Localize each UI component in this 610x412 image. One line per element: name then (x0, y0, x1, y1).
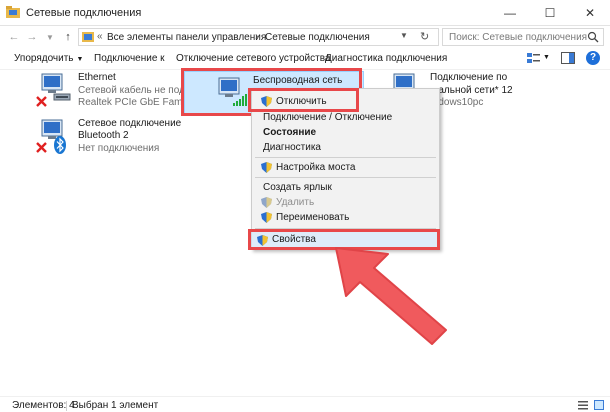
close-button[interactable]: ✕ (570, 0, 610, 26)
error-x-icon (36, 96, 47, 107)
menu-connect-disconnect-label: Подключение / Отключение (263, 112, 393, 123)
menu-separator (255, 157, 436, 158)
selected-count: Выбран 1 элемент (72, 400, 159, 411)
up-arrow-icon[interactable]: ↑ (60, 29, 76, 45)
menu-diagnostics-label: Диагностика (263, 142, 321, 153)
context-menu: Отключить Подключение / Отключение Состо… (251, 88, 440, 250)
connection-item-ethernet[interactable]: Ethernet Сетевой кабель не подкл... Real… (36, 72, 210, 112)
command-bar: Упорядочить ▼ Подключение к Отключение се… (0, 48, 610, 70)
breadcrumb-network-connections[interactable]: Сетевые подключения (265, 32, 370, 43)
large-icons-view-icon[interactable] (594, 400, 604, 410)
view-chevron-down-icon[interactable]: ▼ (543, 54, 550, 61)
local-network-name: Подключение по (430, 72, 508, 83)
menu-delete-label: Удалить (276, 197, 315, 208)
ethernet-name: Ethernet (78, 72, 116, 83)
search-placeholder: Поиск: Сетевые подключения (449, 32, 588, 43)
bluetooth-status: Нет подключения (78, 143, 160, 154)
bluetooth-name-line2: Bluetooth 2 (78, 130, 129, 141)
disable-device-button[interactable]: Отключение сетевого устройства (176, 53, 331, 64)
minimize-button[interactable]: — (490, 0, 530, 26)
status-separator (66, 401, 67, 411)
local-network-name-line2: ...альной сети* 12 (430, 85, 513, 96)
connection-item-bluetooth[interactable]: Сетевое подключение Bluetooth 2 Нет подк… (36, 118, 181, 158)
pointer-arrow-icon (335, 247, 447, 345)
menu-rename-label: Переименовать (276, 212, 350, 223)
organize-label: Упорядочить (14, 53, 74, 64)
menu-item-connect-disconnect[interactable]: Подключение / Отключение (252, 110, 439, 125)
breadcrumb-separator: › (255, 31, 259, 42)
address-row: ← → ▼ ↑ « Все элементы панели управления… (0, 26, 610, 48)
shield-icon (257, 235, 268, 246)
control-panel-icon (82, 32, 94, 42)
breadcrumb-overflow[interactable]: « (97, 31, 103, 42)
preview-pane-icon[interactable] (561, 52, 575, 64)
error-x-icon (36, 142, 47, 153)
maximize-button[interactable]: ☐ (530, 0, 570, 26)
refresh-icon[interactable]: ↻ (420, 30, 429, 43)
menu-shortcut-label: Создать ярлык (263, 182, 332, 193)
chevron-down-icon: ▼ (76, 56, 84, 63)
address-bar[interactable]: « Все элементы панели управления › Сетев… (78, 28, 439, 46)
change-view-icon[interactable] (527, 52, 541, 64)
recent-locations-chevron-icon[interactable]: ▼ (42, 29, 58, 45)
shield-icon (261, 162, 272, 173)
menu-item-rename[interactable]: Переименовать (252, 210, 439, 225)
window-title: Сетевые подключения (26, 7, 142, 19)
address-dropdown-chevron-icon[interactable]: ▼ (400, 31, 408, 40)
menu-bridge-label: Настройка моста (276, 162, 356, 173)
menu-item-bridge[interactable]: Настройка моста (252, 160, 439, 175)
breadcrumb-control-panel[interactable]: Все элементы панели управления (107, 32, 266, 43)
help-icon[interactable]: ? (586, 51, 600, 65)
menu-separator (255, 177, 436, 178)
search-icon (587, 31, 599, 43)
shield-icon (261, 197, 272, 208)
menu-item-create-shortcut[interactable]: Создать ярлык (252, 180, 439, 195)
back-arrow-icon[interactable]: ← (6, 29, 22, 45)
search-input[interactable]: Поиск: Сетевые подключения (442, 28, 604, 46)
bluetooth-name: Сетевое подключение (78, 118, 182, 129)
menu-item-status[interactable]: Состояние (252, 125, 439, 140)
diagnose-connection-button[interactable]: Диагностика подключения (325, 53, 447, 64)
connect-to-button[interactable]: Подключение к (94, 53, 165, 64)
bluetooth-icon (54, 136, 66, 154)
network-folder-icon (6, 6, 20, 18)
organize-button[interactable]: Упорядочить ▼ (14, 53, 83, 64)
menu-item-diagnostics[interactable]: Диагностика (252, 140, 439, 155)
highlight-box-disconnect (248, 88, 359, 112)
details-view-icon[interactable] (578, 400, 588, 410)
menu-properties-label: Свойства (272, 234, 316, 245)
menu-item-delete[interactable]: Удалить (252, 195, 439, 210)
shield-icon (261, 212, 272, 223)
forward-arrow-icon[interactable]: → (24, 29, 40, 45)
title-bar: Сетевые подключения — ☐ ✕ (0, 0, 610, 26)
status-bar: Элементов: 4 Выбран 1 элемент (0, 396, 610, 412)
menu-status-label: Состояние (263, 127, 317, 138)
